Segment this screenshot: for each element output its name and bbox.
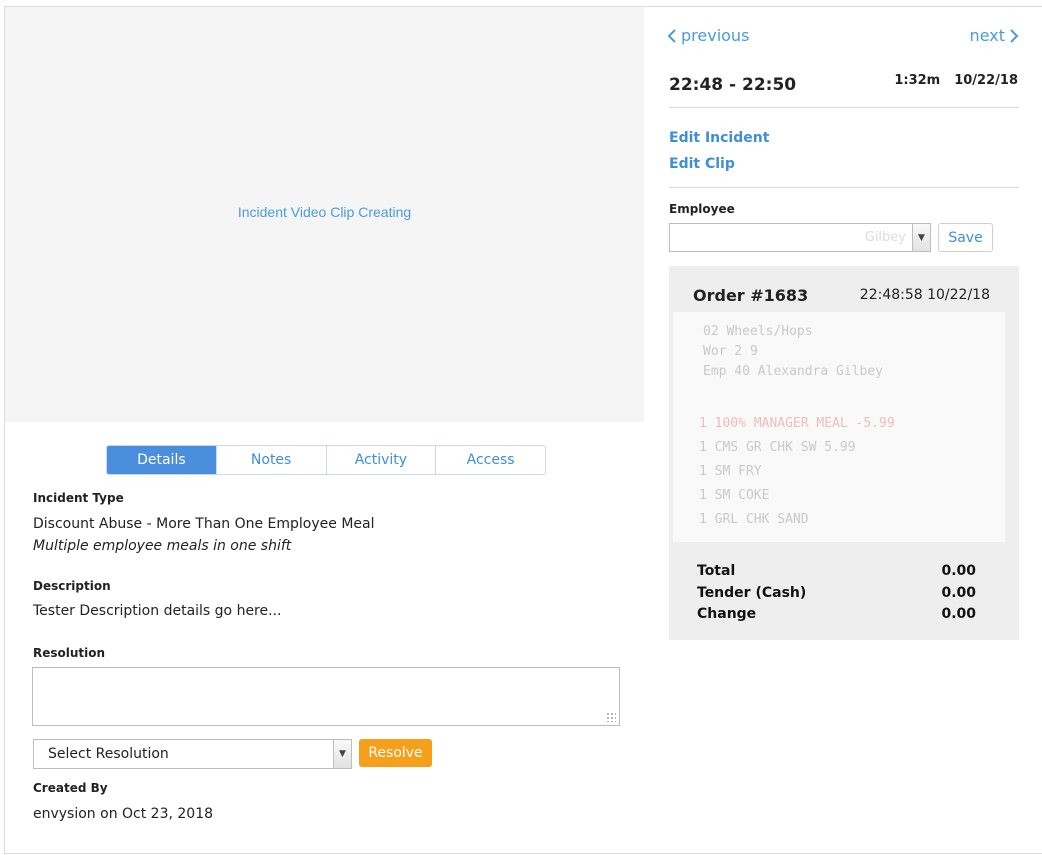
description-value: Tester Description details go here... bbox=[33, 603, 282, 619]
next-label: next bbox=[969, 26, 1005, 45]
total-row: Total 0.00 bbox=[697, 563, 976, 585]
resolution-select-value: Select Resolution bbox=[48, 746, 169, 762]
receipt-image: 02 Wheels/Hops Wor 2 9 Emp 40 Alexandra … bbox=[673, 312, 1005, 542]
tender-label: Tender (Cash) bbox=[697, 584, 807, 601]
tab-notes[interactable]: Notes bbox=[216, 446, 327, 474]
employee-select[interactable]: Gilbey ▼ bbox=[669, 223, 931, 252]
detail-tabs: Details Notes Activity Access bbox=[106, 445, 546, 475]
receipt-line: Wor 2 9 bbox=[703, 344, 758, 359]
video-status-text: Incident Video Clip Creating bbox=[237, 204, 412, 220]
order-totals: Total 0.00 Tender (Cash) 0.00 Change 0.0… bbox=[697, 563, 976, 628]
change-row: Change 0.00 bbox=[697, 606, 976, 628]
clip-date: 10/22/18 bbox=[954, 73, 1018, 88]
tab-activity[interactable]: Activity bbox=[326, 446, 437, 474]
employee-select-value: Gilbey bbox=[864, 230, 906, 245]
receipt-line: 1 GRL CHK SAND bbox=[699, 512, 809, 527]
divider bbox=[669, 187, 1019, 188]
receipt-line: 02 Wheels/Hops bbox=[703, 324, 813, 339]
change-value: 0.00 bbox=[941, 606, 976, 622]
total-label: Total bbox=[697, 563, 736, 579]
previous-link[interactable]: previous bbox=[667, 26, 749, 45]
clip-time-range: 22:48 - 22:50 bbox=[669, 75, 797, 95]
chevron-right-icon bbox=[1010, 28, 1019, 43]
tab-details[interactable]: Details bbox=[107, 446, 217, 474]
resolve-button[interactable]: Resolve bbox=[359, 739, 432, 767]
resolution-textarea[interactable] bbox=[32, 667, 620, 726]
description-label: Description bbox=[33, 579, 111, 593]
created-by-label: Created By bbox=[33, 781, 108, 795]
edit-incident-link[interactable]: Edit Incident bbox=[669, 130, 769, 146]
chevron-down-icon: ▼ bbox=[333, 740, 351, 768]
tab-access[interactable]: Access bbox=[436, 446, 545, 474]
order-title: Order #1683 bbox=[693, 286, 809, 305]
incident-type-label: Incident Type bbox=[33, 491, 124, 505]
order-receipt-panel: Order #1683 22:48:58 10/22/18 02 Wheels/… bbox=[669, 266, 1019, 640]
change-label: Change bbox=[697, 606, 757, 622]
employee-label: Employee bbox=[669, 202, 735, 216]
resolution-label: Resolution bbox=[33, 646, 106, 660]
receipt-line: Emp 40 Alexandra Gilbey bbox=[703, 364, 884, 379]
resolution-select[interactable]: Select Resolution ▼ bbox=[33, 739, 352, 769]
incident-type-value: Discount Abuse - More Than One Employee … bbox=[33, 516, 375, 532]
tender-value: 0.00 bbox=[941, 584, 976, 601]
previous-label: previous bbox=[681, 26, 750, 45]
receipt-line: 1 SM FRY bbox=[699, 464, 762, 479]
clip-meta: 1:32m 10/22/18 bbox=[894, 73, 1018, 88]
divider bbox=[669, 107, 1019, 108]
chevron-down-icon: ▼ bbox=[912, 224, 930, 251]
created-by-value: envysion on Oct 23, 2018 bbox=[33, 806, 214, 822]
chevron-left-icon bbox=[667, 28, 676, 43]
total-value: 0.00 bbox=[941, 563, 976, 579]
video-player[interactable]: Incident Video Clip Creating bbox=[5, 7, 644, 422]
save-employee-button[interactable]: Save bbox=[938, 223, 993, 252]
receipt-line: 1 CMS GR CHK SW 5.99 bbox=[699, 440, 856, 455]
next-link[interactable]: next bbox=[970, 26, 1019, 45]
edit-clip-link[interactable]: Edit Clip bbox=[669, 156, 735, 172]
clip-duration: 1:32m bbox=[894, 73, 941, 88]
order-timestamp: 22:48:58 10/22/18 bbox=[859, 287, 990, 303]
tender-row: Tender (Cash) 0.00 bbox=[697, 585, 976, 607]
incident-type-subtext: Multiple employee meals in one shift bbox=[33, 538, 292, 554]
resize-grip-icon[interactable] bbox=[606, 712, 616, 722]
receipt-line: 1 100% MANAGER MEAL -5.99 bbox=[699, 416, 895, 431]
receipt-line: 1 SM COKE bbox=[699, 488, 770, 503]
